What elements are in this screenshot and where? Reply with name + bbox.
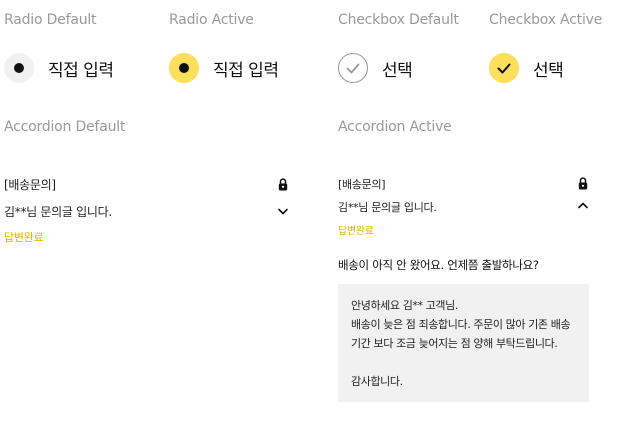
checkbox-default-label: 선택 (382, 60, 413, 81)
accordion-question-title[interactable]: 김**님 문의글 입니다. (4, 203, 112, 220)
check-icon (497, 63, 511, 73)
answer-status: 답변완료 (338, 226, 374, 237)
lock-icon (578, 177, 588, 190)
answer-line: 감사합니다. (351, 375, 403, 388)
caption-radio-default: Radio Default (4, 12, 97, 28)
answer-line (351, 353, 581, 372)
accordion-category: [배송문의] (4, 178, 56, 192)
accordion-category: [배송문의] (338, 178, 386, 191)
answer-line: 기간 보다 조금 늦어지는 점 양해 부탁드립니다. (351, 337, 558, 350)
answer-status: 답변완료 (4, 231, 44, 244)
checkbox-default[interactable]: 선택 (338, 52, 413, 84)
radio-default[interactable]: 직접 입력 (4, 52, 114, 84)
accordion-question-title[interactable]: 김**님 문의글 입니다. (338, 199, 437, 215)
radio-active[interactable]: 직접 입력 (169, 52, 279, 84)
lock-icon (278, 178, 288, 191)
radio-dot (179, 63, 189, 73)
checkbox-checked[interactable] (489, 53, 519, 83)
caption-radio-active: Radio Active (169, 12, 254, 28)
check-icon (346, 63, 360, 73)
chevron-up-icon[interactable] (578, 202, 588, 209)
caption-checkbox-default: Checkbox Default (338, 12, 459, 28)
caption-checkbox-active: Checkbox Active (489, 12, 603, 28)
radio-button-unselected[interactable] (4, 53, 34, 83)
chevron-down-icon[interactable] (278, 208, 288, 215)
radio-button-selected[interactable] (169, 53, 199, 83)
radio-active-label: 직접 입력 (213, 60, 279, 81)
question-body: 배송이 아직 안 왔어요. 언제쯤 출발하나요? (338, 258, 539, 272)
caption-accordion-active: Accordion Active (338, 119, 452, 135)
answer-line: 배송이 늦은 점 죄송합니다. 주문이 많아 기존 배송 (351, 318, 571, 331)
caption-accordion-default: Accordion Default (4, 119, 126, 135)
answer-line: 안녕하세요 김** 고객님. (351, 299, 458, 312)
component-sheet: Radio Default Radio Active Checkbox Defa… (0, 0, 628, 422)
checkbox-active-label: 선택 (533, 60, 564, 81)
radio-dot (14, 63, 24, 73)
radio-default-label: 직접 입력 (48, 60, 114, 81)
checkbox-active[interactable]: 선택 (489, 52, 564, 84)
checkbox-unchecked[interactable] (338, 53, 368, 83)
answer-box: 안녕하세요 김** 고객님. 배송이 늦은 점 죄송합니다. 주문이 많아 기존… (338, 284, 589, 402)
